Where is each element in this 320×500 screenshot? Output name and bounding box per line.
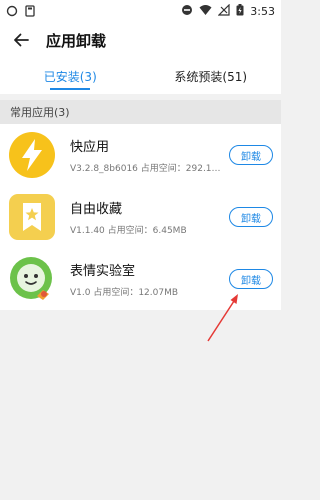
wifi-icon: [199, 4, 212, 19]
back-arrow-icon[interactable]: [12, 31, 30, 49]
app-meta: V1.1.40 占用空间：6.45MB: [70, 226, 187, 236]
quick-app-icon: [8, 131, 56, 179]
app-list: 快应用 V3.2.8_8b6016 占用空间：292.11... 卸载 自由收藏…: [0, 124, 281, 310]
section-header: 常用应用(3): [0, 100, 281, 124]
tab-bar: 已安装(3) 系统预装(51): [0, 58, 281, 94]
signal-icon: [217, 3, 230, 19]
list-item: 自由收藏 V1.1.40 占用空间：6.45MB 卸载: [0, 186, 281, 248]
app-name: 表情实验室: [70, 264, 136, 279]
battery-icon: [236, 3, 244, 19]
sd-card-icon: [24, 2, 36, 21]
page-title: 应用卸载: [46, 31, 107, 50]
emoji-lab-icon: [8, 255, 56, 303]
sync-icon: [6, 2, 18, 21]
uninstall-button[interactable]: 卸载: [229, 207, 273, 227]
list-item: 表情实验室 V1.0 占用空间：12.07MB 卸载: [0, 248, 281, 310]
tab-preinstalled[interactable]: 系统预装(51): [141, 58, 282, 94]
status-bar: 3:53: [0, 0, 281, 22]
app-name: 快应用: [70, 140, 110, 155]
app-header: 应用卸载: [0, 22, 281, 58]
app-meta: V1.0 占用空间：12.07MB: [70, 288, 179, 298]
app-meta: V3.2.8_8b6016 占用空间：292.11...: [70, 164, 221, 174]
bookmark-icon: [8, 193, 56, 241]
uninstall-button[interactable]: 卸载: [229, 145, 273, 165]
uninstall-button[interactable]: 卸载: [229, 269, 273, 289]
app-name: 自由收藏: [70, 202, 123, 217]
tab-installed[interactable]: 已安装(3): [0, 58, 141, 94]
status-time: 3:53: [250, 4, 275, 18]
do-not-disturb-icon: [181, 4, 193, 19]
list-item: 快应用 V3.2.8_8b6016 占用空间：292.11... 卸载: [0, 124, 281, 186]
